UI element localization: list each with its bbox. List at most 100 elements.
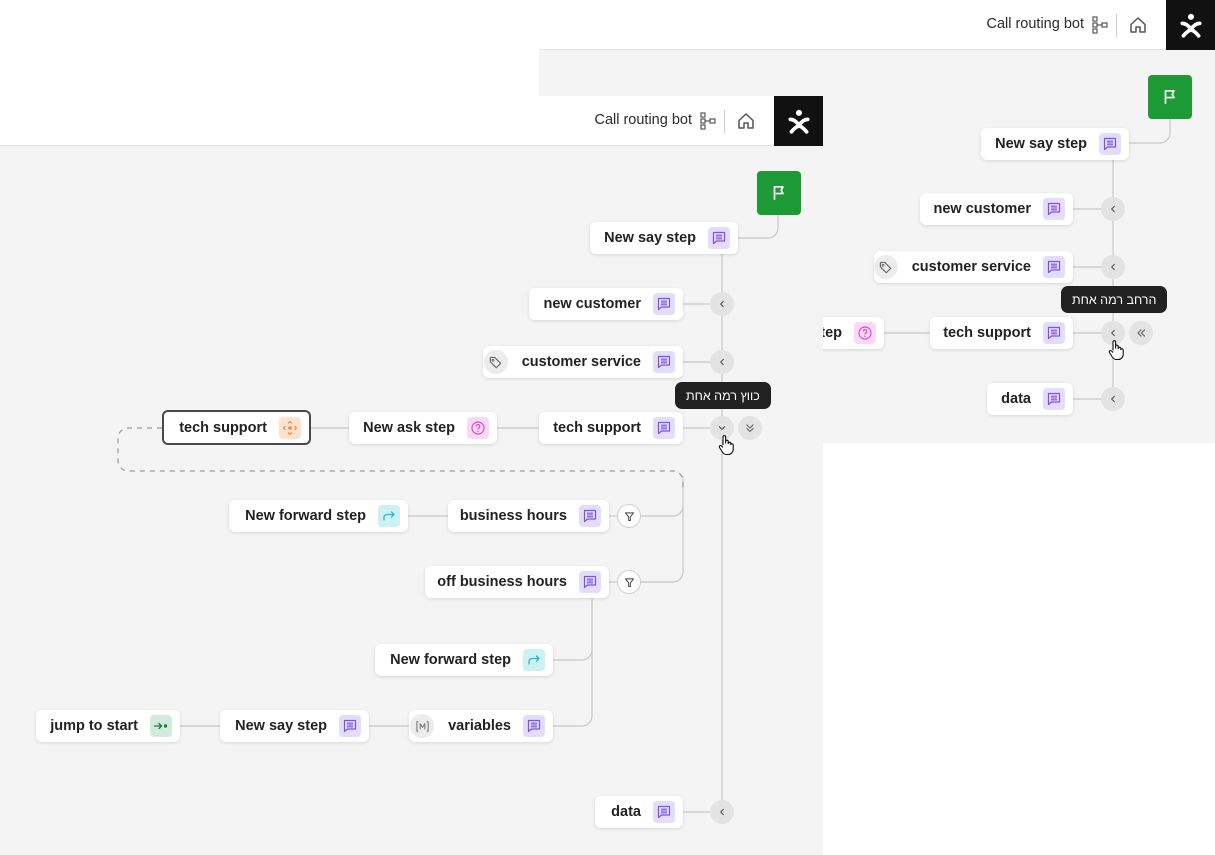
hand-cursor-icon xyxy=(1108,339,1124,361)
step-label: New say step xyxy=(995,136,1087,152)
brand-logo[interactable] xyxy=(774,96,823,146)
forward-step-icon xyxy=(381,508,397,524)
step-label: New say step xyxy=(235,718,327,734)
step-label: New say step xyxy=(604,230,696,246)
condition-filter-button[interactable] xyxy=(617,570,641,594)
step-label: New forward step xyxy=(390,652,511,668)
say-step-icon xyxy=(711,230,727,246)
expand-button[interactable] xyxy=(1101,387,1125,411)
step-node[interactable]: customer service xyxy=(483,346,683,378)
step-node[interactable]: New ask step xyxy=(349,412,497,444)
step-label: New forward step xyxy=(245,508,366,524)
home-icon[interactable] xyxy=(1128,15,1148,35)
step-label: tech support xyxy=(553,420,641,436)
say-step-icon xyxy=(582,574,598,590)
ask-step-icon xyxy=(857,325,873,341)
brand-logo-icon xyxy=(1178,12,1204,38)
bot-title: Call routing bot xyxy=(986,16,1084,32)
collapse-all-button[interactable] xyxy=(738,416,762,440)
say-step-icon xyxy=(526,718,542,734)
tooltip: כווץ רמה אחת xyxy=(675,382,771,409)
step-label: customer service xyxy=(911,259,1031,275)
say-step-icon xyxy=(656,296,672,312)
forward-step-icon xyxy=(526,652,542,668)
expand-all-button[interactable] xyxy=(1129,321,1153,345)
chevron-left-icon xyxy=(715,355,729,369)
chevron-left-icon xyxy=(1106,260,1120,274)
start-flag-button[interactable] xyxy=(1148,75,1192,119)
goto-step-node-selected[interactable]: tech support xyxy=(162,410,311,445)
tag-icon xyxy=(488,355,503,370)
filter-icon xyxy=(623,576,636,589)
step-label: data xyxy=(611,804,641,820)
step-node[interactable]: business hours xyxy=(448,500,609,532)
filter-icon xyxy=(623,510,636,523)
jump-step-icon xyxy=(153,718,169,734)
flow-tree-icon[interactable] xyxy=(700,112,716,130)
step-label: New ask step xyxy=(363,420,455,436)
step-node[interactable]: data xyxy=(987,383,1073,415)
step-node[interactable]: data xyxy=(595,796,683,828)
flag-icon xyxy=(770,184,788,202)
step-node[interactable]: customer service xyxy=(873,251,1073,283)
tooltip: הרחב רמה אחת xyxy=(1061,286,1168,313)
double-chevron-left-icon xyxy=(1134,326,1148,340)
chevron-left-icon xyxy=(715,805,729,819)
step-label: data xyxy=(1001,391,1031,407)
step-node[interactable]: tech support xyxy=(539,412,683,444)
step-node[interactable]: jump to start xyxy=(36,710,180,742)
say-step-icon xyxy=(582,508,598,524)
expand-button[interactable] xyxy=(1101,197,1125,221)
chevron-left-icon xyxy=(1106,326,1120,340)
expand-button[interactable] xyxy=(710,800,734,824)
say-step-icon xyxy=(1102,136,1118,152)
chevron-left-icon xyxy=(1106,392,1120,406)
expand-button[interactable] xyxy=(710,350,734,374)
step-node[interactable]: New forward step xyxy=(229,500,408,532)
step-label: new customer xyxy=(543,296,642,312)
step-node[interactable]: New say step xyxy=(981,128,1129,160)
say-step-icon xyxy=(1046,391,1062,407)
flow-canvas[interactable]: New say step new customer customer servi… xyxy=(0,146,823,855)
say-step-icon xyxy=(656,354,672,370)
top-bar: Call routing bot xyxy=(539,0,1215,50)
say-step-icon xyxy=(656,420,672,436)
say-step-icon xyxy=(1046,259,1062,275)
ask-step-icon xyxy=(470,420,486,436)
step-label: jump to start xyxy=(50,718,138,734)
step-label: tech support xyxy=(943,325,1031,341)
step-node[interactable]: tech support xyxy=(930,317,1073,349)
step-label: business hours xyxy=(459,508,567,524)
header-divider xyxy=(1116,13,1117,37)
step-node[interactable]: new customer xyxy=(920,193,1073,225)
step-label: variables xyxy=(448,718,511,734)
say-step-icon xyxy=(656,804,672,820)
say-step-icon xyxy=(342,718,358,734)
double-chevron-down-icon xyxy=(743,421,757,435)
bot-title: Call routing bot xyxy=(594,112,692,128)
say-step-icon xyxy=(1046,201,1062,217)
foreground-window: Call routing bot New say step new custom… xyxy=(0,96,823,855)
expand-button[interactable] xyxy=(1101,255,1125,279)
chevron-left-icon xyxy=(1106,202,1120,216)
step-node[interactable]: New say step xyxy=(590,222,738,254)
step-node[interactable]: variables xyxy=(409,710,553,742)
flow-tree-icon[interactable] xyxy=(1092,16,1108,34)
step-label: new customer xyxy=(933,201,1032,217)
flag-icon xyxy=(1161,88,1179,106)
step-node[interactable]: off business hours xyxy=(425,566,609,598)
chevron-down-icon xyxy=(715,421,729,435)
step-node[interactable]: new customer xyxy=(529,288,683,320)
brand-logo-icon xyxy=(786,108,812,134)
expand-button[interactable] xyxy=(710,292,734,316)
variable-icon xyxy=(415,719,430,734)
step-node[interactable]: New say step xyxy=(220,710,369,742)
step-node[interactable]: New forward step xyxy=(375,644,553,676)
condition-filter-button[interactable] xyxy=(617,504,641,528)
top-bar: Call routing bot xyxy=(0,96,823,146)
home-icon[interactable] xyxy=(736,111,756,131)
hand-cursor-icon xyxy=(718,434,734,456)
brand-logo[interactable] xyxy=(1166,0,1215,50)
say-step-icon xyxy=(1046,325,1062,341)
start-flag-button[interactable] xyxy=(757,171,801,215)
